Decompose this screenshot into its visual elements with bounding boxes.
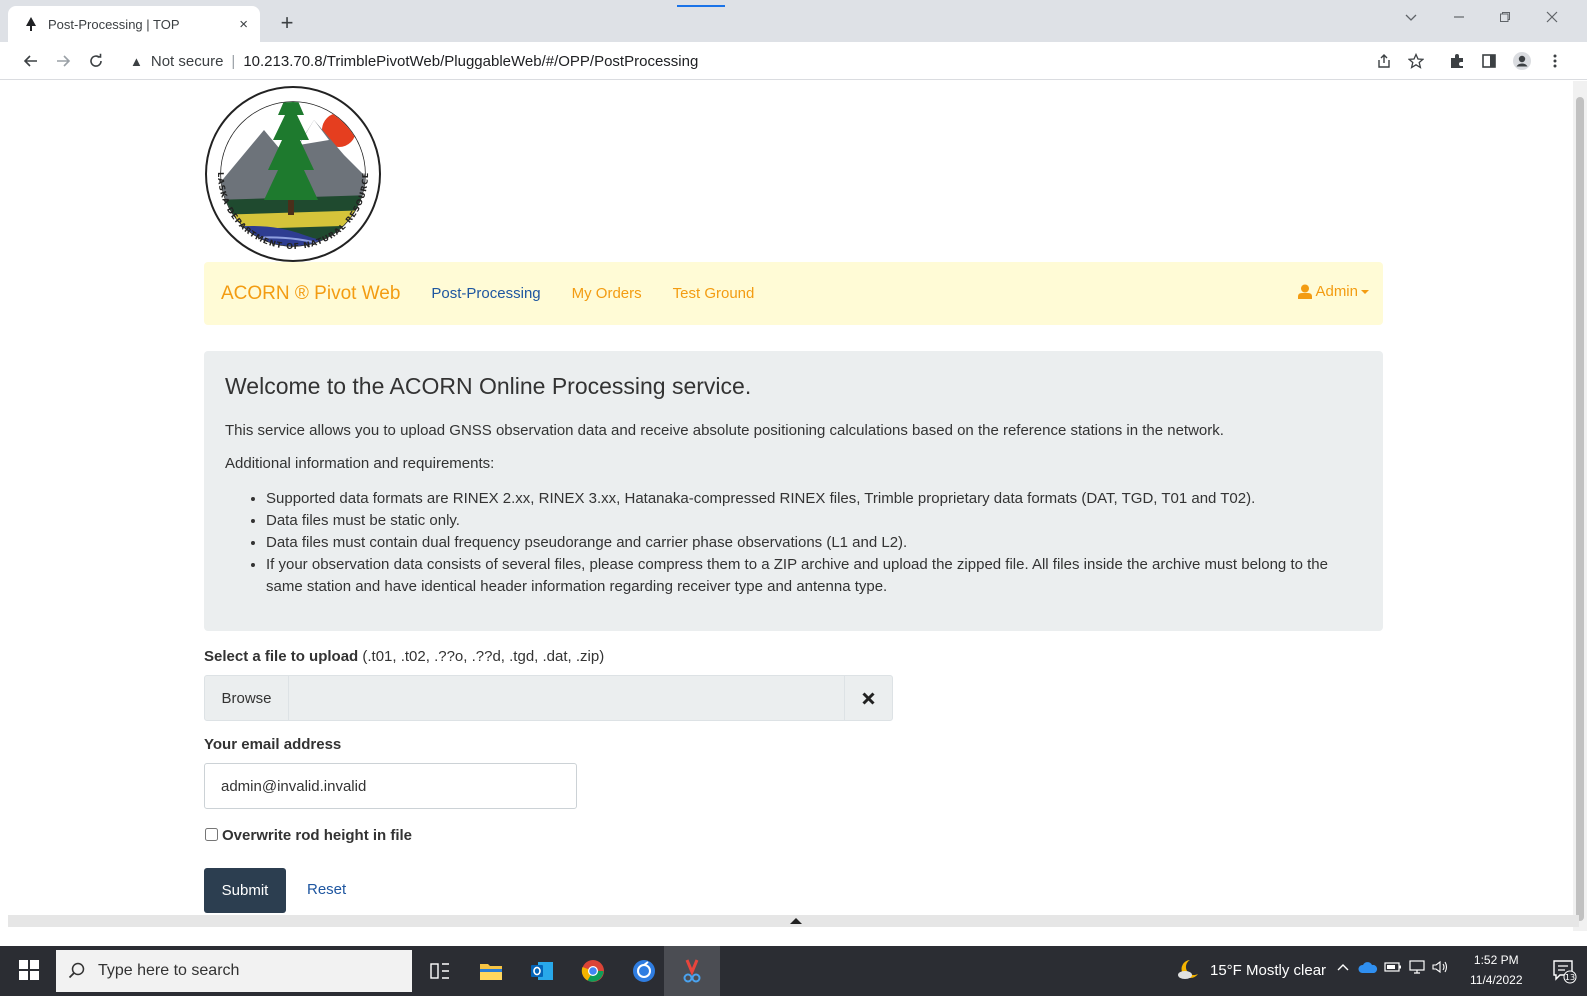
- share-icon[interactable]: [1374, 51, 1394, 71]
- bottom-scroll-bar[interactable]: [8, 915, 1579, 927]
- browse-button[interactable]: Browse: [205, 676, 289, 720]
- chrome-icon[interactable]: [577, 955, 609, 987]
- clock-date: 11/4/2022: [1470, 973, 1523, 987]
- welcome-panel: Welcome to the ACORN Online Processing s…: [204, 351, 1383, 631]
- email-label-text: Your email address: [204, 736, 342, 753]
- not-secure-label[interactable]: Not secure: [151, 53, 224, 70]
- email-label: Your email address: [204, 736, 341, 753]
- tab-search-chevron-icon[interactable]: [1405, 10, 1417, 27]
- file-types-hint: (.t01, .t02, .??o, .??d, .tgd, .dat, .zi…: [362, 648, 605, 665]
- overwrite-rod-height-label[interactable]: Overwrite rod height in file: [222, 827, 412, 844]
- address-separator: |: [231, 52, 236, 70]
- weather-widget[interactable]: 15°F Mostly clear: [1176, 958, 1326, 982]
- back-arrow-icon[interactable]: [20, 50, 42, 72]
- nav-my-orders[interactable]: My Orders: [572, 285, 642, 302]
- file-upload-label: Select a file to upload (.t01, .t02, .??…: [204, 648, 604, 665]
- bookmark-star-icon[interactable]: [1406, 51, 1426, 71]
- welcome-intro: This service allows you to upload GNSS o…: [225, 422, 1224, 439]
- clock-time: 1:52 PM: [1473, 953, 1519, 967]
- tab-title: Post-Processing | TOP: [48, 16, 180, 32]
- dnr-logo: ALASKA DEPARTMENT OF NATURAL RESOURCES: [200, 81, 382, 263]
- nav-post-processing[interactable]: Post-Processing: [431, 285, 540, 302]
- browser-menu-icon[interactable]: [1545, 51, 1565, 71]
- caret-down-icon: [1361, 289, 1369, 294]
- notification-count: 13: [1565, 973, 1575, 982]
- new-tab-button[interactable]: +: [274, 10, 300, 36]
- user-icon: [1298, 284, 1313, 299]
- profile-avatar-icon[interactable]: [1512, 51, 1532, 71]
- additional-info-heading: Additional information and requirements:: [225, 455, 495, 472]
- nav-test-ground[interactable]: Test Ground: [673, 285, 755, 302]
- window-close-icon[interactable]: [1546, 10, 1558, 27]
- tree-favicon-icon: [22, 15, 40, 33]
- requirements-list: Supported data formats are RINEX 2.xx, R…: [266, 488, 1362, 598]
- page-viewport: ALASKA DEPARTMENT OF NATURAL RESOURCES A…: [0, 81, 1587, 931]
- main-navbar: ACORN ® Pivot Web Post-Processing My Ord…: [204, 262, 1383, 325]
- task-view-icon[interactable]: [424, 955, 456, 987]
- reset-link[interactable]: Reset: [307, 881, 346, 898]
- extensions-puzzle-icon[interactable]: [1447, 51, 1467, 71]
- notification-center-button[interactable]: 13: [1551, 958, 1577, 984]
- browser-tab[interactable]: Post-Processing | TOP ×: [8, 6, 260, 42]
- restore-icon[interactable]: [1499, 10, 1511, 27]
- admin-user-menu[interactable]: Admin: [1298, 283, 1369, 300]
- address-bar[interactable]: ▲ Not secure | 10.213.70.8/TrimblePivotW…: [120, 48, 1370, 74]
- vertical-scrollbar-thumb[interactable]: [1576, 97, 1584, 921]
- network-icon[interactable]: [1408, 960, 1426, 977]
- vertical-scrollbar[interactable]: [1573, 81, 1587, 931]
- search-icon: [68, 962, 85, 979]
- notification-icon: 13: [1553, 960, 1577, 984]
- forward-arrow-icon[interactable]: [52, 50, 74, 72]
- browser-tab-bar: Post-Processing | TOP × +: [0, 0, 1587, 42]
- minimize-icon[interactable]: [1453, 10, 1465, 27]
- file-explorer-icon[interactable]: [475, 955, 507, 987]
- system-clock[interactable]: 1:52 PM 11/4/2022: [1470, 950, 1523, 990]
- email-field[interactable]: [204, 763, 577, 809]
- taskbar-search-box[interactable]: Type here to search: [56, 950, 412, 992]
- url-text[interactable]: 10.213.70.8/TrimblePivotWeb/PluggableWeb…: [243, 53, 698, 70]
- submit-button[interactable]: Submit: [204, 868, 286, 913]
- admin-label: Admin: [1315, 283, 1358, 300]
- side-panel-icon[interactable]: [1479, 51, 1499, 71]
- clear-file-button[interactable]: [844, 676, 892, 720]
- snipping-tool-icon[interactable]: [676, 955, 708, 987]
- app-blue-circle-icon[interactable]: [628, 955, 660, 987]
- tab-strip-indicator: [677, 5, 725, 7]
- onedrive-cloud-icon[interactable]: [1358, 960, 1378, 977]
- weather-text: 15°F Mostly clear: [1210, 961, 1327, 979]
- welcome-heading: Welcome to the ACORN Online Processing s…: [225, 373, 752, 399]
- file-name-field[interactable]: [289, 676, 844, 720]
- search-placeholder: Type here to search: [98, 962, 240, 979]
- battery-icon[interactable]: [1384, 960, 1402, 977]
- windows-taskbar: Type here to search 15°F Mostly clear 1:…: [0, 946, 1587, 996]
- brand-link[interactable]: ACORN ® Pivot Web: [221, 283, 400, 305]
- windows-start-icon[interactable]: [18, 959, 40, 981]
- requirement-item: Data files must contain dual frequency p…: [266, 532, 1362, 554]
- requirement-item: If your observation data consists of sev…: [266, 554, 1362, 598]
- reload-icon[interactable]: [85, 50, 107, 72]
- browser-toolbar: ▲ Not secure | 10.213.70.8/TrimblePivotW…: [0, 42, 1587, 80]
- overwrite-rod-height-checkbox[interactable]: [205, 828, 218, 841]
- tray-chevron-up-icon[interactable]: [1336, 960, 1350, 977]
- volume-icon[interactable]: [1431, 960, 1449, 977]
- tab-close-icon[interactable]: ×: [239, 16, 248, 33]
- requirement-item: Supported data formats are RINEX 2.xx, R…: [266, 488, 1362, 510]
- warning-triangle-icon[interactable]: ▲: [130, 54, 143, 69]
- file-upload-label-text: Select a file to upload: [204, 648, 359, 665]
- outlook-icon[interactable]: [526, 955, 558, 987]
- moon-cloud-icon: [1178, 960, 1198, 979]
- requirement-item: Data files must be static only.: [266, 510, 1362, 532]
- scroll-up-arrow-icon[interactable]: [790, 918, 802, 924]
- close-icon: [862, 691, 875, 705]
- file-upload-group: Browse: [204, 675, 893, 721]
